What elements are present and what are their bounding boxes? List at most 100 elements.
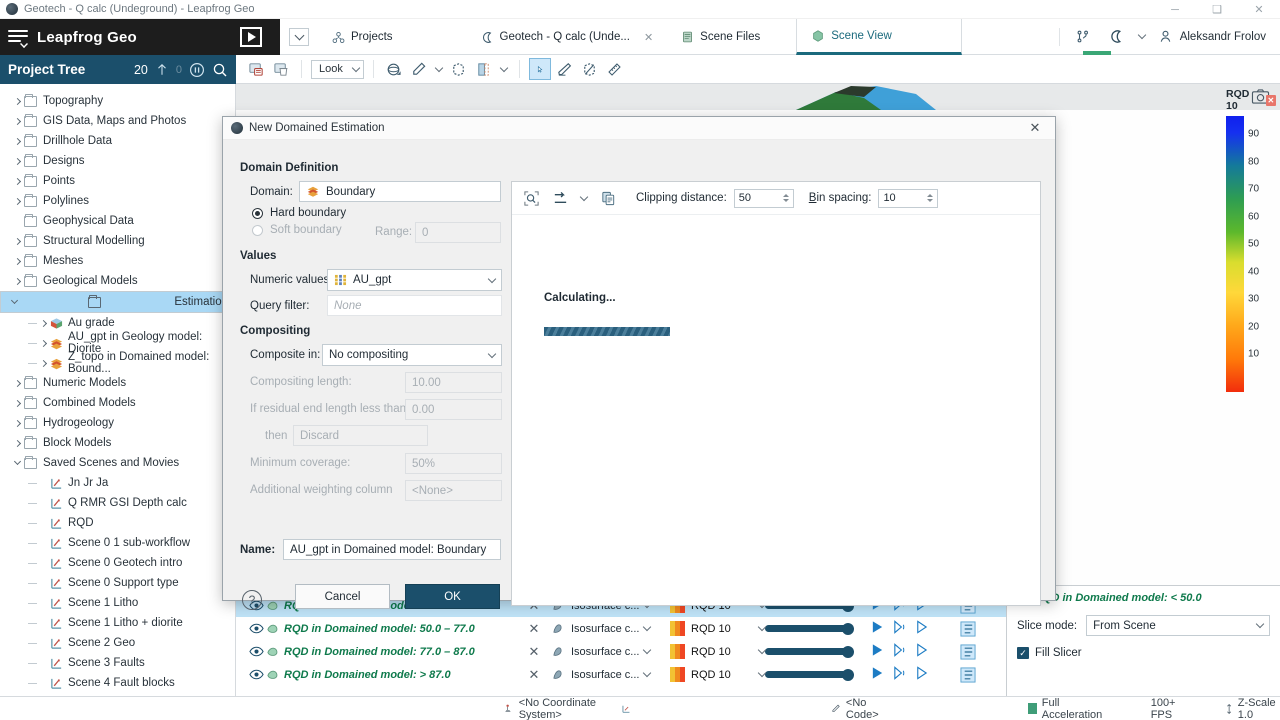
tree-item[interactable]: Estimation — [0, 291, 235, 313]
remove-shape-icon[interactable]: ✕ — [516, 621, 552, 637]
visibility-toggle-icon[interactable] — [246, 623, 266, 634]
tab-overflow-button[interactable] — [280, 19, 318, 54]
tree-item[interactable]: Scene 2 Geo — [0, 633, 235, 653]
ok-button[interactable]: OK — [405, 584, 500, 609]
tree-item[interactable]: Meshes — [0, 251, 235, 271]
search-icon[interactable] — [212, 62, 228, 78]
tree-item[interactable]: Drillhole Data — [0, 131, 235, 151]
chevron-right-icon[interactable] — [10, 197, 24, 205]
composite-in-select[interactable]: No compositing — [322, 344, 502, 366]
axes-icon[interactable] — [621, 702, 631, 716]
close-button[interactable]: ✕ — [1238, 0, 1280, 19]
draw-icon[interactable] — [408, 58, 430, 80]
shape-properties-icon[interactable] — [950, 620, 986, 637]
chevron-right-icon[interactable] — [36, 339, 50, 347]
tree-item[interactable]: Scene 1 Litho — [0, 593, 235, 613]
tree-item[interactable]: Saved Scenes and Movies — [0, 453, 235, 473]
chevron-down-icon[interactable] — [10, 457, 24, 467]
chevron-down-icon[interactable] — [7, 296, 21, 306]
copy-icon[interactable] — [597, 187, 619, 209]
tree-item[interactable]: Q RMR GSI Depth calc — [0, 493, 235, 513]
clipping-distance-spinner[interactable]: 50 — [733, 188, 794, 208]
shape-properties-icon[interactable] — [950, 666, 986, 683]
colormap-select[interactable]: RQD 10 — [670, 644, 767, 659]
opacity-slider[interactable] — [765, 668, 870, 681]
ruler-icon[interactable] — [604, 58, 626, 80]
chevron-right-icon[interactable] — [10, 419, 24, 427]
fill-slicer-checkbox[interactable]: ✓ — [1017, 647, 1029, 659]
zscale-status[interactable]: Z-Scale 1.0 — [1225, 697, 1280, 720]
slicer-icon[interactable] — [473, 58, 495, 80]
chevron-right-icon[interactable] — [10, 237, 24, 245]
outline-play-icon[interactable] — [914, 666, 929, 683]
cancel-button[interactable]: Cancel — [295, 584, 390, 609]
residual-length-field[interactable]: 0.00 — [405, 399, 502, 420]
then-select[interactable]: Discard — [293, 425, 428, 446]
play-shape-icon[interactable] — [870, 643, 885, 660]
tree-item[interactable]: Structural Modelling — [0, 231, 235, 251]
project-tree[interactable]: Topography GIS Data, Maps and Photos Drill… — [0, 84, 236, 696]
visibility-toggle-icon[interactable] — [246, 669, 266, 680]
remove-shape-icon[interactable]: ✕ — [516, 667, 552, 683]
tree-item[interactable]: Jn Jr Ja — [0, 473, 235, 493]
slicer-dropdown-icon[interactable] — [498, 58, 510, 80]
clipping-icon[interactable] — [448, 58, 470, 80]
query-filter-field[interactable]: None — [327, 295, 502, 316]
minimum-coverage-field[interactable]: 50% — [405, 453, 502, 474]
zoom-to-fit-icon[interactable] — [520, 187, 542, 209]
flag-shape-icon[interactable] — [892, 666, 907, 683]
central-icon[interactable] — [1100, 19, 1134, 55]
shape-list-row[interactable]: RQD in Domained model: 50.0 – 77.0 ✕ Isosu… — [236, 617, 1006, 640]
chevron-right-icon[interactable] — [10, 379, 24, 387]
chevron-right-icon[interactable] — [10, 439, 24, 447]
chevron-right-icon[interactable] — [10, 177, 24, 185]
upload-icon[interactable] — [155, 62, 169, 77]
export-dropdown-icon[interactable] — [578, 187, 590, 209]
tree-item[interactable]: Numeric Models — [0, 373, 235, 393]
central-dropdown-icon[interactable] — [1134, 19, 1150, 55]
tree-item[interactable]: GIS Data, Maps and Photos — [0, 111, 235, 131]
chevron-right-icon[interactable] — [36, 319, 50, 327]
play-shape-icon[interactable] — [870, 620, 885, 637]
tree-item[interactable]: Topography — [0, 91, 235, 111]
tree-item[interactable]: Polylines — [0, 191, 235, 211]
tab-scene-files[interactable]: Scene Files — [667, 19, 774, 55]
shape-properties-icon[interactable] — [950, 643, 986, 660]
shape-type-select[interactable]: Isosurface c... — [552, 668, 670, 681]
opacity-slider[interactable] — [765, 622, 870, 635]
maximize-button[interactable]: ❑ — [1196, 0, 1238, 19]
play-button[interactable] — [240, 27, 262, 47]
plane-icon[interactable] — [579, 58, 601, 80]
name-field[interactable]: AU_gpt in Domained model: Boundary — [283, 539, 501, 560]
draw-dropdown-icon[interactable] — [433, 58, 445, 80]
soft-boundary-option[interactable]: Soft boundary — [252, 224, 342, 236]
flag-shape-icon[interactable] — [892, 620, 907, 637]
flag-shape-icon[interactable] — [892, 643, 907, 660]
legend-close-icon[interactable]: ✕ — [1265, 94, 1276, 106]
chevron-right-icon[interactable] — [10, 117, 24, 125]
tree-item[interactable]: Scene 0 Geotech intro — [0, 553, 235, 573]
look-dropdown[interactable]: Look — [311, 59, 364, 79]
pause-icon[interactable] — [189, 62, 205, 78]
tree-item[interactable]: Scene 0 1 sub-workflow — [0, 533, 235, 553]
opacity-slider[interactable] — [765, 645, 870, 658]
code-status[interactable]: <No Code> — [831, 697, 888, 720]
branch-icon[interactable] — [1066, 19, 1100, 55]
compositing-length-field[interactable]: 10.00 — [405, 372, 502, 393]
domain-field[interactable]: Boundary — [299, 181, 501, 202]
colormap-select[interactable]: RQD 10 — [670, 621, 767, 636]
colormap-select[interactable]: RQD 10 — [670, 667, 767, 682]
tree-item[interactable]: Block Models — [0, 433, 235, 453]
additional-weighting-field[interactable]: <None> — [405, 480, 502, 501]
tree-item[interactable]: AU_gpt in Geology model: Diorite — [0, 331, 235, 355]
remove-shape-icon[interactable]: ✕ — [516, 644, 552, 660]
hard-boundary-option[interactable]: Hard boundary — [252, 207, 346, 219]
dialog-close-button[interactable]: ✕ — [1015, 117, 1055, 140]
chevron-right-icon[interactable] — [10, 257, 24, 265]
tab-scene-view[interactable]: Scene View — [796, 19, 963, 55]
shape-type-select[interactable]: Isosurface c... — [552, 622, 670, 635]
tree-item[interactable]: Scene 3 Faults — [0, 653, 235, 673]
chevron-right-icon[interactable] — [10, 137, 24, 145]
tree-item[interactable]: Points — [0, 171, 235, 191]
shape-list-row[interactable]: RQD in Domained model: 77.0 – 87.0 ✕ Isosu… — [236, 640, 1006, 663]
